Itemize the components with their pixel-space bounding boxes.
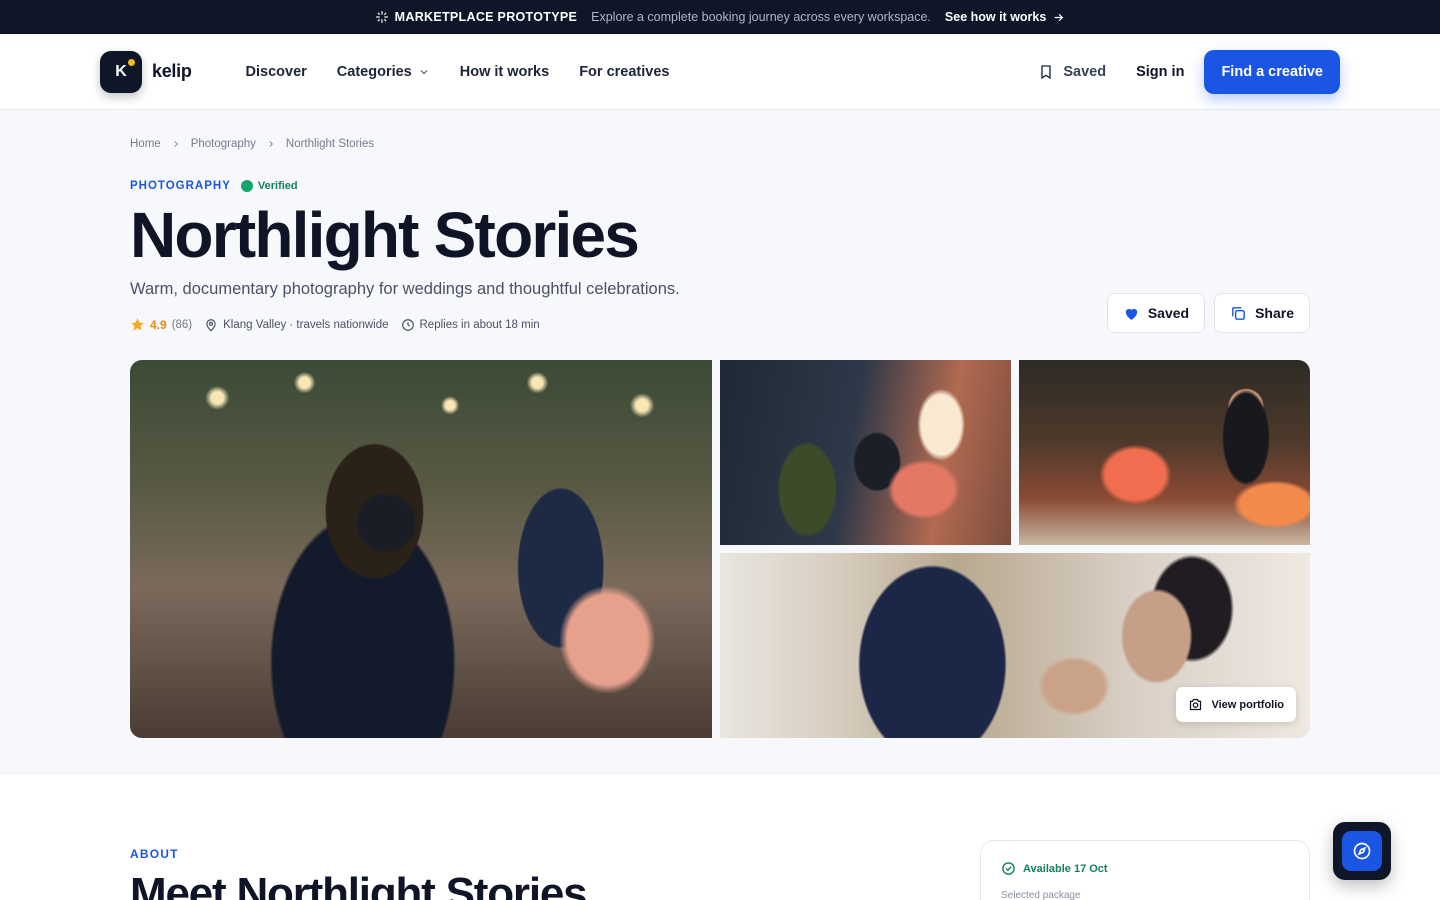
verified-badge: Verified (240, 180, 298, 192)
category-label[interactable]: PHOTOGRAPHY (130, 180, 231, 192)
location-text: Klang Valley · travels nationwide (223, 318, 389, 331)
heart-icon (1125, 308, 1137, 320)
gallery-photo-3[interactable] (1019, 360, 1310, 545)
sparkle-icon (375, 11, 388, 23)
bookmark-icon (1041, 64, 1052, 79)
camera-icon (1190, 698, 1202, 711)
availability: Available 17 Oct (1001, 861, 1289, 876)
clock-icon (401, 319, 414, 331)
arrow-right-icon (1055, 13, 1064, 21)
booking-card: Available 17 Oct Selected package (980, 840, 1310, 900)
location: Klang Valley · travels nationwide (204, 318, 389, 332)
gallery-photo-4[interactable]: View portfolio (720, 553, 1310, 738)
compass-icon (1353, 842, 1371, 860)
main-nav: Discover Categories How it works For cre… (246, 64, 670, 80)
breadcrumb-photography[interactable]: Photography (191, 138, 256, 150)
chevron-down-icon (420, 69, 428, 74)
brand-name: kelip (152, 61, 192, 81)
copy-icon (1232, 306, 1245, 320)
header-saved-link[interactable]: Saved (1038, 64, 1106, 80)
nav-categories-label: Categories (336, 63, 412, 80)
header-saved-label: Saved (1063, 63, 1107, 80)
breadcrumb: Home Photography Northlight Stories (130, 110, 1310, 150)
explore-fab[interactable] (1333, 822, 1391, 880)
see-how-it-works-link[interactable]: See how it works (945, 10, 1065, 24)
fab-inner (1342, 831, 1382, 871)
check-circle-icon (1002, 862, 1015, 875)
share-button[interactable]: Share (1214, 293, 1310, 333)
chevron-right-icon (174, 141, 178, 147)
sign-in-link[interactable]: Sign in (1136, 64, 1184, 80)
saved-button[interactable]: Saved (1106, 293, 1206, 333)
header-actions: Saved Sign in Find a creative (1038, 49, 1340, 94)
listing-labels: PHOTOGRAPHY Verified (130, 180, 1310, 192)
announcement-tag-text: MARKETPLACE PROTOTYPE (394, 10, 578, 24)
verified-label: Verified (257, 180, 298, 192)
announcement-tag: MARKETPLACE PROTOTYPE (375, 10, 577, 24)
rating: 4.9 (86) (130, 317, 192, 332)
rating-value: 4.9 (150, 317, 167, 332)
announcement-bar: MARKETPLACE PROTOTYPE Explore a complete… (0, 0, 1440, 34)
see-how-it-works-label: See how it works (944, 10, 1047, 24)
page-title: Northlight Stories (130, 199, 640, 271)
photo-gallery: View portfolio (130, 360, 1310, 738)
listing-actions: Saved Share (1106, 293, 1310, 333)
nav-categories[interactable]: Categories (337, 64, 430, 80)
star-icon (131, 318, 144, 331)
selected-package-label: Selected package (1001, 890, 1081, 900)
about-title: Meet Northlight Stories (130, 869, 588, 900)
about-section: ABOUT Meet Northlight Stories Available … (0, 775, 1440, 900)
logo-letter: K (115, 62, 127, 80)
availability-text: Available 17 Oct (1023, 862, 1108, 875)
gallery-photo-main[interactable] (130, 360, 712, 738)
breadcrumb-home[interactable]: Home (130, 138, 161, 150)
site-header: K kelip Discover Categories How it works… (0, 34, 1440, 110)
listing-hero: Home Photography Northlight Stories PHOT… (0, 110, 1440, 775)
review-count[interactable]: (86) (172, 319, 192, 331)
nav-for-creatives[interactable]: For creatives (579, 64, 669, 80)
breadcrumb-current: Northlight Stories (285, 138, 375, 150)
response-time: Replies in about 18 min (401, 318, 540, 332)
response-time-text: Replies in about 18 min (419, 318, 540, 331)
view-portfolio-label: View portfolio (1211, 698, 1284, 711)
logo-dot (128, 58, 135, 66)
view-portfolio-button[interactable]: View portfolio (1176, 687, 1296, 722)
announcement-message: Explore a complete booking journey acros… (591, 10, 931, 24)
nav-how-it-works[interactable]: How it works (460, 64, 549, 80)
logo-mark: K (100, 50, 142, 93)
map-pin-icon (206, 319, 216, 332)
share-button-label: Share (1255, 305, 1294, 321)
verified-dot-icon (240, 180, 253, 192)
logo[interactable]: K kelip (100, 50, 192, 93)
about-label: ABOUT (130, 847, 179, 861)
find-a-creative-button[interactable]: Find a creative (1204, 49, 1340, 94)
gallery-photo-2[interactable] (720, 360, 1011, 545)
chevron-right-icon (269, 141, 273, 147)
nav-discover[interactable]: Discover (246, 64, 307, 80)
saved-button-label: Saved (1147, 305, 1190, 321)
